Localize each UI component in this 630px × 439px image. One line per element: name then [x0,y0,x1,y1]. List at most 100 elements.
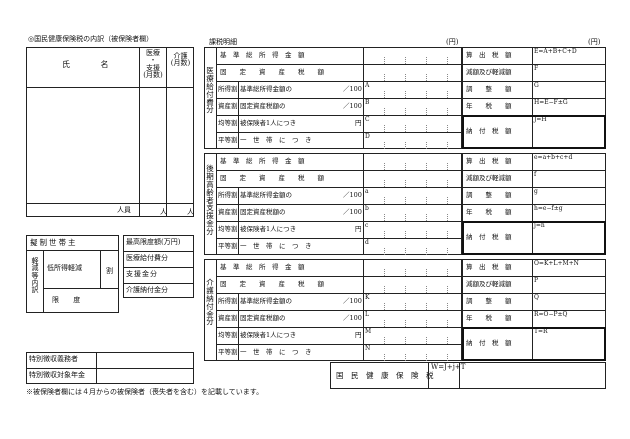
calc-row-desc: 一 世 帯 に つ き [240,136,312,144]
unit-label-left: (円) [446,38,459,46]
calc-result-formula: P [534,277,539,284]
care-pay-label: 介護納付金分 [126,286,168,294]
calc-row-category: 平等割 [218,348,238,356]
calc-row-ref: N [365,345,371,352]
calc-row-category: 資産割 [218,314,238,322]
calc-result-formula: H=E−F±G [534,99,568,106]
calc-row-ref: c [365,222,369,229]
medical-pay-label: 医療給付費分 [126,254,168,262]
calc-result-formula: f [534,171,537,178]
calc-row-category: 平等割 [218,242,238,250]
calc-section-label: 後期高齢者支援金分 [206,164,214,236]
special-obligor-label: 特別徴収義務者 [29,355,78,363]
calc-row-desc: 固 定 資 産 税 額 [220,174,324,182]
calc-title: 課税明細 [209,38,237,46]
calc-row-category: 均等割 [218,119,238,127]
payment-box-1 [462,221,606,255]
calc-result-label: 年 税 額 [466,208,512,216]
split-label: 割 [106,267,113,275]
calc-row-desc: 固 定 資 産 税 額 [220,280,324,288]
calc-row-unit: ／100 [343,297,362,305]
medical-months-header: 医療 ・ 支援 (月数) [143,49,163,80]
calc-result-formula: h=e−f±g [534,205,563,212]
deemed-head-label: 擬制世帯主 [30,238,78,247]
calc-row-desc: 固定資産税額の [240,208,286,216]
calc-row-category: 資産割 [218,102,238,110]
calc-row-desc: 基 準 総 所 得 金 額 [220,51,305,59]
calc-row-desc: 一 世 帯 に つ き [240,242,312,250]
calc-row-unit: 円 [355,119,362,127]
payment-box-2 [462,327,606,361]
calc-result-label: 減額及び軽減額 [466,174,512,182]
calc-result-formula: e=a+b+c+d [534,154,573,161]
calc-result-formula: g [534,188,538,195]
calc-row-ref: a [365,188,369,195]
calc-row-desc: 基 準 総 所 得 金 額 [220,157,305,165]
medical-count-unit: 人 [160,208,167,216]
calc-row-desc: 基準総所得金額の [240,85,292,93]
payment-box-0 [462,115,606,149]
calc-row-category: 所得割 [218,191,238,199]
care-months-header: 介護 (月数) [170,52,191,68]
limit-label: 限 度 [52,296,87,304]
calc-row-desc: 固定資産税額の [240,102,286,110]
total-formula: W=J+j+T [431,363,466,371]
calc-row-desc: 一 世 帯 に つ き [240,348,312,356]
calc-row-ref: B [365,99,370,106]
reduction-group-label: 軽減等内訳 [31,257,39,295]
calc-row-category: 所得割 [218,85,238,93]
calc-row-desc: 被保険者1人につき [240,331,297,339]
calc-row-desc: 基準総所得金額の [240,191,292,199]
calc-row-unit: ／100 [343,191,362,199]
name-header: 氏 名 [62,60,123,69]
support-pay-label: 支援金分 [126,270,158,278]
total-label: 国 民 健 康 保 険 税 [336,371,434,380]
calc-row-unit: ／100 [343,314,362,322]
calc-section-label: 介護納付金分 [206,278,214,327]
calc-row-desc: 被保険者1人につき [240,119,297,127]
calc-result-label: 調 整 額 [466,85,512,93]
max-limit-label: 最高限度額(万円) [126,238,181,246]
calc-row-category: 資産割 [218,208,238,216]
calc-row-desc: 基準総所得金額の [240,297,292,305]
calc-row-ref: D [365,133,370,140]
calc-result-label: 算 出 税 額 [466,157,512,165]
low-income-reduction-label: 低所得軽減 [47,264,82,272]
calc-result-formula: E=A+B+C+D [534,48,577,55]
calc-result-label: 減額及び軽減額 [466,68,512,76]
calc-row-category: 均等割 [218,225,238,233]
calc-row-unit: ／100 [343,102,362,110]
calc-result-label: 年 税 額 [466,102,512,110]
calc-row-unit: 円 [355,331,362,339]
unit-label-right: (円) [588,38,601,46]
calc-row-ref: M [365,328,372,335]
calc-row-ref: K [365,294,370,301]
calc-result-formula: R=O−P±Q [534,311,568,318]
calc-row-category: 均等割 [218,331,238,339]
calc-result-label: 調 整 額 [466,297,512,305]
calc-row-ref: A [365,82,370,89]
calc-result-formula: Q [534,294,539,301]
calc-row-ref: b [365,205,369,212]
calc-row-unit: ／100 [343,208,362,216]
calc-row-ref: L [365,311,369,318]
calc-row-desc: 基 準 総 所 得 金 額 [220,263,305,271]
calc-row-category: 平等割 [218,136,238,144]
calc-result-label: 年 税 額 [466,314,512,322]
calc-row-category: 所得割 [218,297,238,305]
insured-table [26,47,194,217]
calc-result-label: 算 出 税 額 [466,263,512,271]
insured-section-title: ◎国民健康保険税の内訳（被保険者欄） [28,35,154,43]
calc-result-label: 減額及び軽減額 [466,280,512,288]
calc-row-desc: 固定資産税額の [240,314,286,322]
calc-row-unit: ／100 [343,85,362,93]
calc-section-label: 医療給付費分 [206,66,214,115]
calc-result-label: 算 出 税 額 [466,51,512,59]
calc-result-formula: F [534,65,539,72]
calc-row-desc: 被保険者1人につき [240,225,297,233]
calc-result-formula: O=K+L+M+N [534,260,579,267]
calc-row-unit: 円 [355,225,362,233]
calc-row-ref: d [365,239,369,246]
calc-row-desc: 固 定 資 産 税 額 [220,68,324,76]
special-target-pension-label: 特別徴収対象年金 [29,371,85,379]
